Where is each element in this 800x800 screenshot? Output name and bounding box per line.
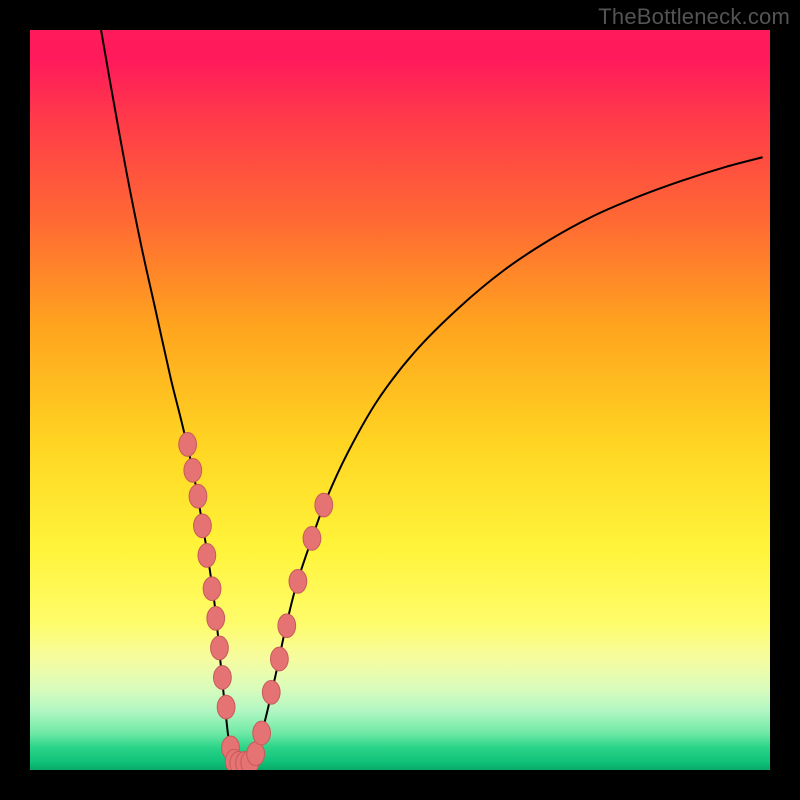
chart-frame: TheBottleneck.com — [0, 0, 800, 800]
heatmap-gradient — [30, 30, 770, 770]
plot-area — [30, 30, 770, 770]
watermark-text: TheBottleneck.com — [598, 4, 790, 30]
